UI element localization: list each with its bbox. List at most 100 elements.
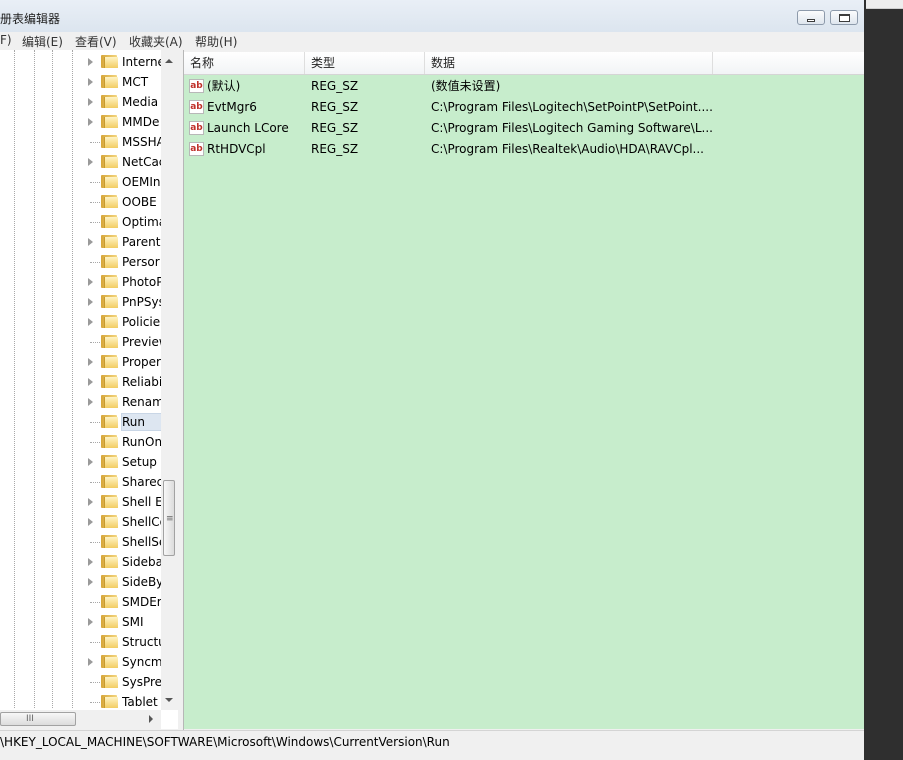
- tree-connector: [90, 262, 100, 263]
- value-row[interactable]: ab (默认) REG_SZ (数值未设置): [184, 76, 864, 97]
- expand-arrow-icon[interactable]: [88, 458, 93, 466]
- tree-item[interactable]: Preview: [88, 332, 168, 352]
- title-bar[interactable]: 册表编辑器: [0, 0, 864, 32]
- tree-item[interactable]: MMDe: [88, 112, 168, 132]
- reg-string-icon: ab: [189, 100, 204, 114]
- status-bar: \HKEY_LOCAL_MACHINE\SOFTWARE\Microsoft\W…: [0, 730, 864, 753]
- folder-icon: [101, 595, 118, 608]
- value-row[interactable]: ab EvtMgr6 REG_SZ C:\Program Files\Logitech…: [184, 97, 864, 118]
- scroll-right-icon[interactable]: [149, 715, 153, 723]
- vertical-scroll-thumb[interactable]: ≡: [163, 480, 175, 556]
- menu-favorites[interactable]: 收藏夹(A): [129, 33, 183, 50]
- expand-arrow-icon[interactable]: [88, 318, 93, 326]
- tree-item[interactable]: SMDEr: [88, 592, 168, 612]
- tree-item[interactable]: Sharec: [88, 472, 168, 492]
- expand-arrow-icon[interactable]: [88, 298, 93, 306]
- tree-item[interactable]: Run: [88, 412, 169, 432]
- tree-item[interactable]: Reliabi: [88, 372, 168, 392]
- tree-horizontal-scrollbar[interactable]: III: [0, 710, 161, 729]
- tree-item[interactable]: Parent: [88, 232, 168, 252]
- scroll-down-icon[interactable]: [165, 698, 173, 702]
- folder-icon: [101, 515, 118, 528]
- expand-arrow-icon[interactable]: [88, 658, 93, 666]
- value-list[interactable]: 名称 类型 数据 ab (默认) REG_SZ (数值未设置) ab EvtMgr6 REG…: [184, 52, 864, 729]
- grip-icon: III: [26, 714, 34, 724]
- tree-item[interactable]: Setup: [88, 452, 168, 472]
- tree-connector: [90, 602, 100, 603]
- folder-icon: [101, 435, 118, 448]
- column-header-type[interactable]: 类型: [305, 52, 425, 74]
- column-header-name[interactable]: 名称: [184, 52, 305, 74]
- tree-connector: [90, 182, 100, 183]
- tree-item[interactable]: Interne: [88, 52, 168, 72]
- expand-arrow-icon[interactable]: [88, 498, 93, 506]
- expand-arrow-icon[interactable]: [88, 158, 93, 166]
- expand-arrow-icon[interactable]: [88, 358, 93, 366]
- value-type-cell: REG_SZ: [311, 100, 359, 114]
- value-row[interactable]: ab Launch LCore REG_SZ C:\Program Files\Log…: [184, 118, 864, 139]
- horizontal-scroll-thumb[interactable]: III: [0, 712, 76, 726]
- tree-item[interactable]: PhotoP: [88, 272, 168, 292]
- tree-vertical-scrollbar[interactable]: ≡: [161, 50, 178, 710]
- tree-item[interactable]: RunOn: [88, 432, 168, 452]
- tree-item[interactable]: Proper: [88, 352, 168, 372]
- folder-icon: [101, 475, 118, 488]
- registry-editor-window: 册表编辑器 F) 编辑(E) 查看(V) 收藏夹(A) 帮助(H) Intern…: [0, 0, 864, 760]
- tree-item[interactable]: Persor: [88, 252, 168, 272]
- key-tree-pane[interactable]: Interne MCT Media MMDe MSSHA NetCac OEMIn OOBE O…: [0, 50, 180, 729]
- expand-arrow-icon[interactable]: [88, 518, 93, 526]
- expand-arrow-icon[interactable]: [88, 238, 93, 246]
- scroll-up-icon[interactable]: [165, 59, 173, 63]
- folder-icon: [101, 55, 118, 68]
- tree-item[interactable]: NetCac: [88, 152, 168, 172]
- tree-item[interactable]: SMI: [88, 612, 168, 632]
- expand-arrow-icon[interactable]: [88, 78, 93, 86]
- tree-connector: [90, 202, 100, 203]
- tree-item[interactable]: PnPSys: [88, 292, 168, 312]
- menu-edit[interactable]: 编辑(E): [22, 33, 63, 50]
- tree-connector: [90, 342, 100, 343]
- tree-item[interactable]: Tablet: [88, 692, 168, 712]
- tree-item[interactable]: OOBE: [88, 192, 168, 212]
- folder-icon: [101, 695, 118, 708]
- tree-connector: [90, 682, 100, 683]
- expand-arrow-icon[interactable]: [88, 58, 93, 66]
- tree-connector: [90, 222, 100, 223]
- tree-item[interactable]: Policie: [88, 312, 168, 332]
- minimize-button[interactable]: [797, 10, 825, 25]
- tree-item[interactable]: Optima: [88, 212, 168, 232]
- tree-connector: [90, 422, 100, 423]
- folder-icon: [101, 295, 118, 308]
- expand-arrow-icon[interactable]: [88, 618, 93, 626]
- folder-icon: [101, 555, 118, 568]
- tree-item[interactable]: ShellSe: [88, 532, 168, 552]
- expand-arrow-icon[interactable]: [88, 398, 93, 406]
- tree-item[interactable]: Sideba: [88, 552, 168, 572]
- menu-view[interactable]: 查看(V): [75, 33, 117, 50]
- expand-arrow-icon[interactable]: [88, 378, 93, 386]
- tree-item[interactable]: Renam: [88, 392, 168, 412]
- tree-item[interactable]: ShellCo: [88, 512, 168, 532]
- tree-item[interactable]: MSSHA: [88, 132, 168, 152]
- column-header-data[interactable]: 数据: [425, 52, 713, 74]
- tree-item[interactable]: Media: [88, 92, 168, 112]
- tree-item[interactable]: SysPre: [88, 672, 168, 692]
- tree-item[interactable]: Syncm: [88, 652, 168, 672]
- expand-arrow-icon[interactable]: [88, 118, 93, 126]
- tree-item[interactable]: Shell E: [88, 492, 168, 512]
- expand-arrow-icon[interactable]: [88, 98, 93, 106]
- value-row[interactable]: ab RtHDVCpl REG_SZ C:\Program Files\Realtek…: [184, 139, 864, 160]
- tree-item[interactable]: MCT: [88, 72, 168, 92]
- value-name-cell: (默认): [207, 79, 241, 93]
- menu-file[interactable]: F): [0, 33, 12, 47]
- tree-item[interactable]: OEMIn: [88, 172, 168, 192]
- folder-icon: [101, 275, 118, 288]
- tree-item[interactable]: SideBy: [88, 572, 168, 592]
- tree-item[interactable]: Structu: [88, 632, 168, 652]
- expand-arrow-icon[interactable]: [88, 278, 93, 286]
- menu-help[interactable]: 帮助(H): [195, 33, 237, 50]
- reg-string-icon: ab: [189, 121, 204, 135]
- maximize-button[interactable]: [830, 10, 858, 25]
- expand-arrow-icon[interactable]: [88, 558, 93, 566]
- expand-arrow-icon[interactable]: [88, 578, 93, 586]
